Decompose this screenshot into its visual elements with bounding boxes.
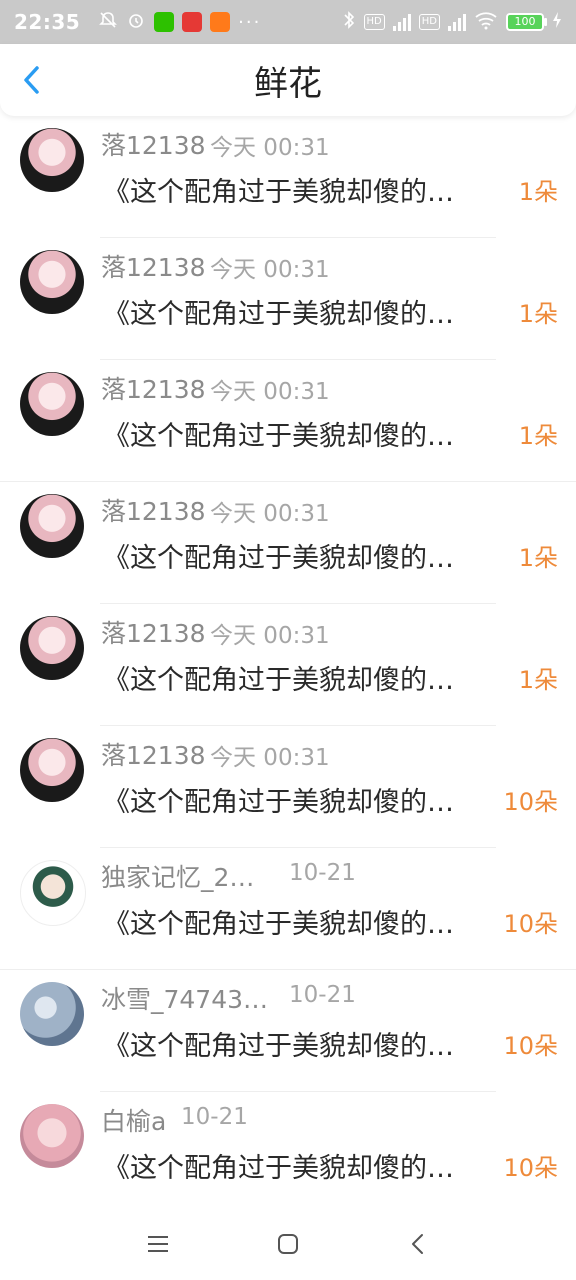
list-item[interactable]: 落12138 今天 00:31 《这个配角过于美貌却傻的… 1朵 <box>0 604 576 726</box>
user-name[interactable]: 落12138 <box>101 126 206 162</box>
hd-icon: HD <box>363 14 385 30</box>
user-name[interactable]: 白榆a <box>101 1102 166 1138</box>
app-icon <box>182 12 203 32</box>
more-dots-icon: ··· <box>238 11 262 33</box>
home-square-icon <box>278 1234 298 1254</box>
list-item[interactable]: 落12138 今天 00:31 《这个配角过于美貌却傻的… 1朵 <box>0 360 576 482</box>
post-time: 10-21 <box>289 982 356 1008</box>
avatar[interactable] <box>20 1104 84 1168</box>
app-icon <box>210 12 231 32</box>
list-item[interactable]: 独家记忆_2… 10-21 《这个配角过于美貌却傻的… 10朵 <box>0 848 576 970</box>
avatar[interactable] <box>20 250 84 314</box>
avatar[interactable] <box>20 738 84 802</box>
system-nav-bar <box>0 1200 576 1280</box>
avatar[interactable] <box>20 616 84 680</box>
post-time: 10-21 <box>289 860 356 886</box>
wechat-icon <box>154 12 175 32</box>
charging-icon <box>552 10 562 34</box>
user-name[interactable]: 冰雪_74743… <box>101 980 268 1016</box>
user-name[interactable]: 落12138 <box>101 370 206 406</box>
message-text: 《这个配角过于美貌却傻的… <box>103 177 454 208</box>
flower-amount: 1朵 <box>518 422 558 450</box>
avatar[interactable] <box>20 860 86 926</box>
avatar[interactable] <box>20 494 84 558</box>
user-name[interactable]: 落12138 <box>101 492 206 528</box>
message-text: 《这个配角过于美貌却傻的… <box>103 299 454 330</box>
page-title: 鲜花 <box>254 63 322 104</box>
user-name[interactable]: 落12138 <box>101 614 206 650</box>
message-text: 《这个配角过于美貌却傻的… <box>103 787 454 818</box>
list-item[interactable]: 落12138 今天 00:31 《这个配角过于美貌却傻的… 10朵 <box>0 726 576 848</box>
list-item[interactable]: 落12138 今天 00:31 《这个配角过于美貌却傻的… 1朵 <box>0 238 576 360</box>
wifi-icon <box>474 10 498 35</box>
signal-icon <box>448 13 466 31</box>
flower-amount: 1朵 <box>518 300 558 328</box>
avatar[interactable] <box>20 372 84 436</box>
status-time: 22:35 <box>14 10 81 34</box>
post-time: 今天 00:31 <box>210 379 330 405</box>
flower-amount: 10朵 <box>503 1032 558 1060</box>
message-text: 《这个配角过于美貌却傻的… <box>103 909 454 940</box>
message-text: 《这个配角过于美貌却傻的… <box>103 665 454 696</box>
battery-icon: 100 <box>506 13 547 31</box>
post-time: 10-21 <box>181 1104 248 1130</box>
message-text: 《这个配角过于美貌却傻的… <box>103 1153 454 1184</box>
nav-back-button[interactable] <box>398 1224 438 1264</box>
menu-icon <box>148 1236 168 1252</box>
menu-button[interactable] <box>138 1224 178 1264</box>
chevron-left-icon <box>24 66 39 94</box>
back-button[interactable] <box>12 60 52 100</box>
flower-amount: 1朵 <box>518 178 558 206</box>
mute-icon <box>98 10 118 35</box>
message-text: 《这个配角过于美貌却傻的… <box>103 543 454 574</box>
status-bar: 22:35 ··· HD HD 100 <box>0 0 576 44</box>
list-item[interactable]: 落12138 今天 00:31 《这个配角过于美貌却傻的… 1朵 <box>0 482 576 604</box>
top-bar: 鲜花 <box>0 44 576 116</box>
user-name[interactable]: 独家记忆_2… <box>101 858 254 894</box>
user-name[interactable]: 落12138 <box>101 248 206 284</box>
post-time: 今天 00:31 <box>210 623 330 649</box>
flower-amount: 10朵 <box>503 910 558 938</box>
alarm-icon <box>126 10 146 35</box>
avatar[interactable] <box>20 982 84 1046</box>
flower-amount: 1朵 <box>518 544 558 572</box>
home-button[interactable] <box>268 1224 308 1264</box>
back-icon <box>412 1234 423 1254</box>
post-time: 今天 00:31 <box>210 501 330 527</box>
hd-icon: HD <box>418 14 440 30</box>
bluetooth-icon <box>342 10 356 35</box>
post-time: 今天 00:31 <box>210 135 330 161</box>
avatar[interactable] <box>20 128 84 192</box>
user-name[interactable]: 落12138 <box>101 736 206 772</box>
message-text: 《这个配角过于美貌却傻的… <box>103 421 454 452</box>
list-item[interactable]: 落12138 今天 00:31 《这个配角过于美貌却傻的… 1朵 <box>0 116 576 238</box>
flower-amount: 10朵 <box>503 788 558 816</box>
list-item[interactable]: 冰雪_74743… 10-21 《这个配角过于美貌却傻的… 10朵 <box>0 970 576 1092</box>
flower-amount: 1朵 <box>518 666 558 694</box>
list-item[interactable]: 白榆a 10-21 《这个配角过于美貌却傻的… 10朵 <box>0 1092 576 1214</box>
post-time: 今天 00:31 <box>210 745 330 771</box>
signal-icon <box>392 13 411 31</box>
post-time: 今天 00:31 <box>210 257 330 283</box>
flower-amount: 10朵 <box>503 1154 558 1182</box>
message-text: 《这个配角过于美貌却傻的… <box>103 1031 454 1062</box>
